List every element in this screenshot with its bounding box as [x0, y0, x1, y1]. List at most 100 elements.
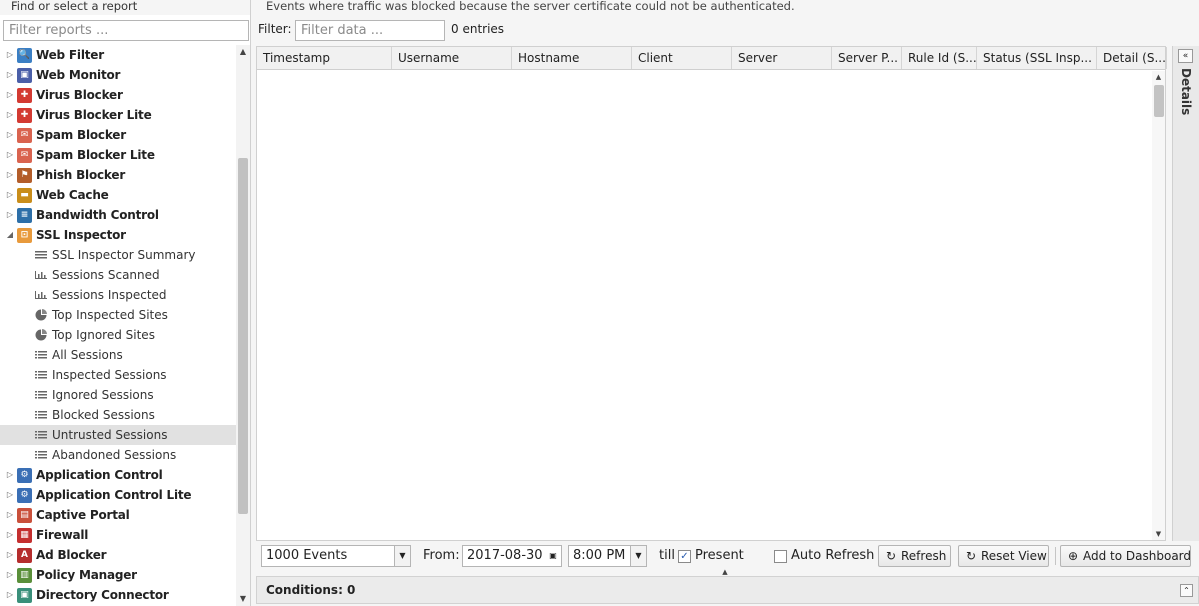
column-header-username[interactable]: Username — [392, 47, 512, 69]
tree-app-policy-manager[interactable]: ▷ ▥ Policy Manager — [0, 565, 236, 585]
tree-app-directory-connector[interactable]: ▷ ▣ Directory Connector — [0, 585, 236, 605]
tree-report-untrusted-sessions[interactable]: Untrusted Sessions — [0, 425, 236, 445]
tree-report-abandoned-sessions[interactable]: Abandoned Sessions — [0, 445, 236, 465]
pie-chart-icon — [34, 305, 48, 325]
column-header-client[interactable]: Client — [632, 47, 732, 69]
collapsed-triangle-icon[interactable]: ▷ — [6, 525, 14, 545]
collapsed-triangle-icon[interactable]: ▷ — [6, 45, 14, 65]
from-date-field[interactable]: 2017-08-30 ▣ — [462, 545, 562, 567]
refresh-button[interactable]: ↻ Refresh — [878, 545, 951, 567]
collapsed-triangle-icon[interactable]: ▷ — [6, 485, 14, 505]
auto-refresh-checkbox[interactable] — [774, 550, 787, 563]
calendar-icon[interactable]: ▣ — [545, 546, 561, 566]
from-time-value: 8:00 PM — [573, 548, 626, 563]
tree-app-label: Captive Portal — [36, 508, 130, 522]
filter-reports-input[interactable] — [3, 20, 249, 41]
collapsed-triangle-icon[interactable]: ▷ — [6, 145, 14, 165]
column-header-server[interactable]: Server — [732, 47, 832, 69]
tree-app-captive-portal[interactable]: ▷ ▤ Captive Portal — [0, 505, 236, 525]
details-panel-collapsed[interactable]: « Details — [1172, 46, 1199, 541]
filter-data-input[interactable] — [295, 20, 445, 41]
entries-count: 0 entries — [451, 22, 505, 36]
scroll-down-arrow-icon[interactable]: ▼ — [1152, 528, 1165, 540]
tree-app-phish-blocker[interactable]: ▷ ⚑ Phish Blocker — [0, 165, 236, 185]
collapsed-triangle-icon[interactable]: ▷ — [6, 565, 14, 585]
tree-app-firewall[interactable]: ▷ ▦ Firewall — [0, 525, 236, 545]
web-monitor-icon: ▣ — [17, 68, 32, 83]
tree-app-ad-blocker[interactable]: ▷ A Ad Blocker — [0, 545, 236, 565]
tree-report-sessions-scanned[interactable]: Sessions Scanned — [0, 265, 236, 285]
collapsed-triangle-icon[interactable]: ▷ — [6, 125, 14, 145]
column-header-status-ssl-insp[interactable]: Status (SSL Insp... — [977, 47, 1097, 69]
tree-app-virus-blocker-lite[interactable]: ▷ ✚ Virus Blocker Lite — [0, 105, 236, 125]
collapsed-triangle-icon[interactable]: ▷ — [6, 85, 14, 105]
list-icon — [34, 445, 48, 465]
collapsed-triangle-icon[interactable]: ▷ — [6, 105, 14, 125]
collapsed-triangle-icon[interactable]: ▷ — [6, 205, 14, 225]
reports-tree-scrollbar[interactable]: ▲ ▼ — [236, 45, 250, 606]
tree-app-label: Bandwidth Control — [36, 208, 159, 222]
collapsed-triangle-icon[interactable]: ▷ — [6, 65, 14, 85]
collapsed-triangle-icon[interactable]: ▷ — [6, 165, 14, 185]
tree-report-blocked-sessions[interactable]: Blocked Sessions — [0, 405, 236, 425]
add-to-dashboard-label: Add to Dashboard — [1083, 549, 1192, 563]
column-header-server-p[interactable]: Server P... — [832, 47, 902, 69]
bar-chart-icon — [34, 285, 48, 305]
tree-app-virus-blocker[interactable]: ▷ ✚ Virus Blocker — [0, 85, 236, 105]
column-header-detail-s[interactable]: Detail (S... — [1097, 47, 1167, 69]
tree-app-ssl-inspector[interactable]: ◢ ⊡ SSL Inspector — [0, 225, 236, 245]
add-to-dashboard-button[interactable]: ⊕ Add to Dashboard — [1060, 545, 1191, 567]
tree-report-ssl-inspector-summary[interactable]: SSL Inspector Summary — [0, 245, 236, 265]
tree-report-top-ignored-sites[interactable]: Top Ignored Sites — [0, 325, 236, 345]
reset-view-button[interactable]: ↻ Reset View — [958, 545, 1049, 567]
directory-connector-icon: ▣ — [17, 588, 32, 603]
plus-circle-icon: ⊕ — [1067, 549, 1079, 563]
chevron-down-icon[interactable]: ▼ — [630, 546, 646, 566]
scroll-up-arrow-icon[interactable]: ▲ — [236, 45, 250, 59]
tree-app-spam-blocker-lite[interactable]: ▷ ✉ Spam Blocker Lite — [0, 145, 236, 165]
tree-report-sessions-inspected[interactable]: Sessions Inspected — [0, 285, 236, 305]
collapsed-triangle-icon[interactable]: ▷ — [6, 585, 14, 605]
tree-report-ignored-sessions[interactable]: Ignored Sessions — [0, 385, 236, 405]
from-date-value: 2017-08-30 — [467, 548, 543, 563]
tree-app-web-filter[interactable]: ▷ 🔍 Web Filter — [0, 45, 236, 65]
tree-report-label: Inspected Sessions — [52, 368, 167, 382]
ad-blocker-icon: A — [17, 548, 32, 563]
scroll-down-arrow-icon[interactable]: ▼ — [236, 592, 250, 606]
panel-splitter-handle[interactable]: ▲ — [717, 569, 733, 576]
present-checkbox[interactable]: ✓ — [678, 550, 691, 563]
tree-app-bandwidth-control[interactable]: ▷ ≡ Bandwidth Control — [0, 205, 236, 225]
collapsed-triangle-icon[interactable]: ▷ — [6, 545, 14, 565]
tree-app-application-control[interactable]: ▷ ⚙ Application Control — [0, 465, 236, 485]
grid-scrollbar[interactable]: ▲ ▼ — [1152, 71, 1165, 540]
chevron-down-icon[interactable]: ▼ — [394, 546, 410, 566]
tree-app-web-cache[interactable]: ▷ ▬ Web Cache — [0, 185, 236, 205]
tree-app-label: Spam Blocker — [36, 128, 126, 142]
expanded-triangle-icon[interactable]: ◢ — [6, 225, 14, 245]
tree-report-inspected-sessions[interactable]: Inspected Sessions — [0, 365, 236, 385]
tree-app-application-control-lite[interactable]: ▷ ⚙ Application Control Lite — [0, 485, 236, 505]
scrollbar-thumb[interactable] — [238, 158, 248, 514]
expand-details-icon[interactable]: « — [1178, 49, 1193, 63]
column-header-hostname[interactable]: Hostname — [512, 47, 632, 69]
collapsed-triangle-icon[interactable]: ▷ — [6, 185, 14, 205]
tree-report-all-sessions[interactable]: All Sessions — [0, 345, 236, 365]
tree-app-spam-blocker[interactable]: ▷ ✉ Spam Blocker — [0, 125, 236, 145]
tree-report-top-inspected-sites[interactable]: Top Inspected Sites — [0, 305, 236, 325]
tree-app-web-monitor[interactable]: ▷ ▣ Web Monitor — [0, 65, 236, 85]
collapsed-triangle-icon[interactable]: ▷ — [6, 465, 14, 485]
auto-refresh-label[interactable]: Auto Refresh — [791, 548, 874, 563]
column-header-rule-id-s[interactable]: Rule Id (S... — [902, 47, 977, 69]
from-time-select[interactable]: 8:00 PM ▼ — [568, 545, 647, 567]
conditions-panel[interactable]: Conditions: 0 ⌃ — [256, 576, 1199, 604]
scroll-up-arrow-icon[interactable]: ▲ — [1152, 71, 1165, 83]
scrollbar-thumb[interactable] — [1154, 85, 1164, 117]
expand-conditions-icon[interactable]: ⌃ — [1180, 584, 1193, 597]
events-limit-select[interactable]: 1000 Events ▼ — [261, 545, 411, 567]
details-label[interactable]: Details — [1179, 68, 1193, 115]
present-label[interactable]: Present — [695, 548, 744, 563]
list-icon — [34, 385, 48, 405]
collapsed-triangle-icon[interactable]: ▷ — [6, 505, 14, 525]
column-header-timestamp[interactable]: Timestamp — [257, 47, 392, 69]
ssl-inspector-icon: ⊡ — [17, 228, 32, 243]
